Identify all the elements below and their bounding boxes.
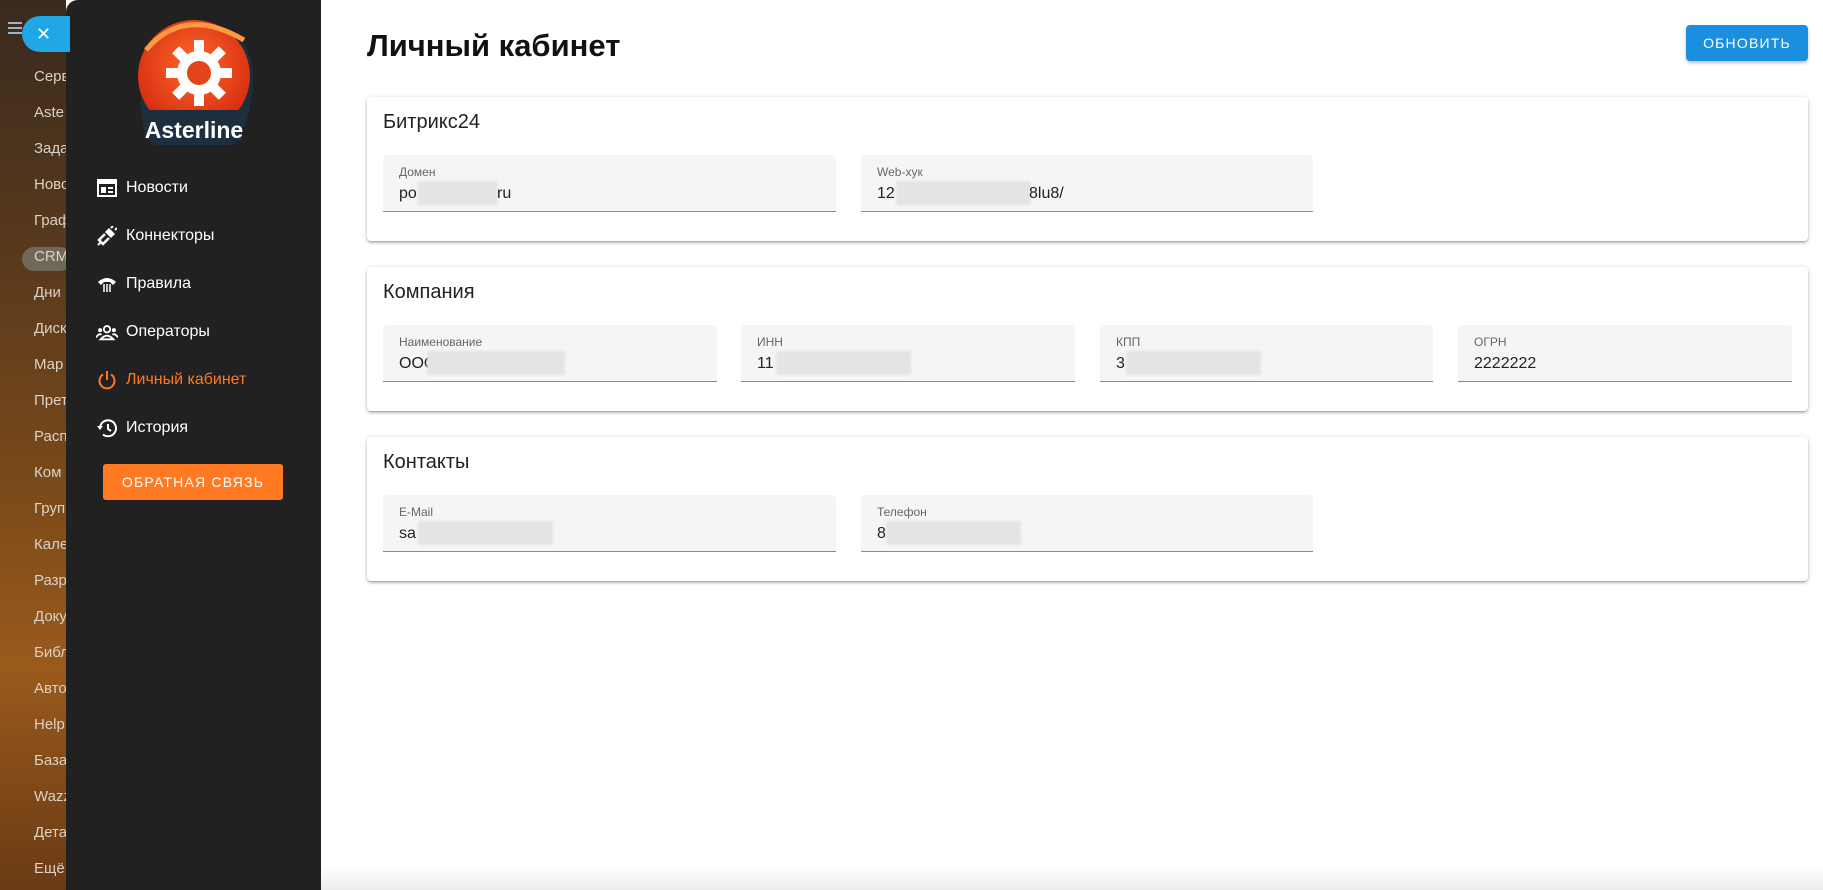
phone-field-label: Телефон xyxy=(877,505,927,519)
nav-item-rules[interactable]: Правила xyxy=(96,272,191,296)
inn-field[interactable]: ИНН 11 xyxy=(741,325,1075,382)
background-menu-item[interactable]: Wazz xyxy=(34,788,66,805)
webhook-field-value-start: 12 xyxy=(877,185,895,202)
domain-field-label: Домен xyxy=(399,165,436,179)
bottom-shadow xyxy=(321,866,1823,890)
background-menu-item[interactable]: Ещё xyxy=(34,860,65,877)
background-menu-item[interactable]: Доку xyxy=(34,608,66,625)
hamburger-icon[interactable] xyxy=(8,22,22,34)
background-menu-item[interactable]: Диск xyxy=(34,320,66,337)
background-menu-item[interactable]: Дни xyxy=(34,284,61,301)
webhook-field-label: Web-хук xyxy=(877,165,923,179)
background-menu-item[interactable]: Aste xyxy=(34,104,64,121)
nav-label-news: Новости xyxy=(126,179,188,196)
nav-label-connectors: Коннекторы xyxy=(126,227,215,244)
domain-field[interactable]: Домен po ru xyxy=(383,155,836,212)
redaction-blur xyxy=(1126,351,1261,375)
background-menu-item[interactable]: Разр xyxy=(34,572,66,589)
background-menu-item[interactable]: CRM xyxy=(34,248,66,265)
redaction-blur xyxy=(776,351,911,375)
background-menu-item[interactable]: База xyxy=(34,752,66,769)
nav-label-rules: Правила xyxy=(126,275,191,292)
background-menu-item[interactable]: Расп xyxy=(34,428,66,445)
asterline-logo: Asterline xyxy=(124,10,264,158)
background-menu-item[interactable]: Дета xyxy=(34,824,66,841)
background-menu-item[interactable]: Мар xyxy=(34,356,63,373)
kpp-field-value: 3 xyxy=(1116,355,1125,372)
power-icon xyxy=(96,369,118,391)
company-name-field[interactable]: Наименование ООО xyxy=(383,325,717,382)
brand-name: Asterline xyxy=(144,117,244,143)
background-menu-item[interactable]: Серв xyxy=(34,68,66,85)
kpp-field[interactable]: КПП 3 xyxy=(1100,325,1433,382)
main-content: Личный кабинет ОБНОВИТЬ Битрикс24 Домен … xyxy=(321,0,1823,890)
nav-item-operators[interactable]: Операторы xyxy=(96,320,210,344)
background-menu-item[interactable]: Библ xyxy=(34,644,66,661)
news-icon xyxy=(96,177,118,199)
nav-item-connectors[interactable]: Коннекторы xyxy=(96,224,214,248)
bitrix-card: Битрикс24 Домен po ru Web-хук 12 8lu8/ xyxy=(367,97,1808,241)
refresh-button[interactable]: ОБНОВИТЬ xyxy=(1686,25,1808,61)
inn-field-label: ИНН xyxy=(757,335,783,349)
inn-field-value: 11 xyxy=(757,355,774,372)
ogrn-field-value: 2222222 xyxy=(1474,355,1537,372)
email-field[interactable]: E-Mail sa xyxy=(383,495,836,552)
background-menu-item[interactable]: Прет xyxy=(34,392,66,409)
ogrn-field[interactable]: ОГРН 2222222 xyxy=(1458,325,1792,382)
redaction-blur xyxy=(427,351,565,375)
background-menu-item[interactable]: Help xyxy=(34,716,65,733)
phone-rules-icon xyxy=(96,273,118,295)
contacts-card-title: Контакты xyxy=(383,451,470,473)
ogrn-field-label: ОГРН xyxy=(1474,335,1507,349)
history-icon xyxy=(96,417,118,439)
close-slider-button[interactable]: ✕ xyxy=(22,16,70,52)
company-card-title: Компания xyxy=(383,281,475,303)
contacts-card: Контакты E-Mail sa Телефон 8 xyxy=(367,437,1808,581)
background-menu-item[interactable]: Груп xyxy=(34,500,65,517)
background-menu-item[interactable]: Авто xyxy=(34,680,66,697)
nav-item-history[interactable]: История xyxy=(96,416,188,440)
background-menu-item[interactable]: Кале xyxy=(34,536,66,553)
redaction-blur xyxy=(418,181,498,205)
app-sidebar: Asterline Новости Коннекторы Правила Опе… xyxy=(66,0,321,890)
phone-field-value: 8 xyxy=(877,525,886,542)
background-menu-item[interactable]: Граф xyxy=(34,212,66,229)
nav-label-history: История xyxy=(126,419,189,436)
webhook-field-value-end: 8lu8/ xyxy=(1029,185,1064,202)
nav-label-account: Личный кабинет xyxy=(126,371,247,388)
operators-icon xyxy=(96,321,118,343)
nav-item-news[interactable]: Новости xyxy=(96,176,188,200)
redaction-blur xyxy=(886,521,1021,545)
company-name-label: Наименование xyxy=(399,335,483,349)
kpp-field-label: КПП xyxy=(1116,335,1141,349)
bitrix-card-title: Битрикс24 xyxy=(383,111,480,133)
redaction-blur xyxy=(418,521,553,545)
redaction-blur xyxy=(896,181,1031,205)
plug-icon xyxy=(96,225,118,247)
background-menu-item[interactable]: Зада xyxy=(34,140,66,157)
background-app-strip: Серв Aste Зада Ново Граф CRM Дни Диск Мар Прет Рас… xyxy=(0,0,66,890)
email-field-value: sa xyxy=(399,525,416,542)
page-title: Личный кабинет xyxy=(367,28,621,63)
webhook-field[interactable]: Web-хук 12 8lu8/ xyxy=(861,155,1313,212)
nav-item-account[interactable]: Личный кабинет xyxy=(96,368,246,392)
company-card: Компания Наименование ООО ИНН 11 КПП 3 О… xyxy=(367,267,1808,411)
feedback-button[interactable]: ОБРАТНАЯ СВЯЗЬ xyxy=(103,464,283,500)
email-field-label: E-Mail xyxy=(399,505,434,519)
background-menu-item[interactable]: Ново xyxy=(34,176,66,193)
phone-field[interactable]: Телефон 8 xyxy=(861,495,1313,552)
nav-label-operators: Операторы xyxy=(126,323,210,340)
background-menu-item[interactable]: Ком xyxy=(34,464,61,481)
domain-field-value-end: ru xyxy=(497,185,512,202)
domain-field-value-start: po xyxy=(399,185,417,202)
